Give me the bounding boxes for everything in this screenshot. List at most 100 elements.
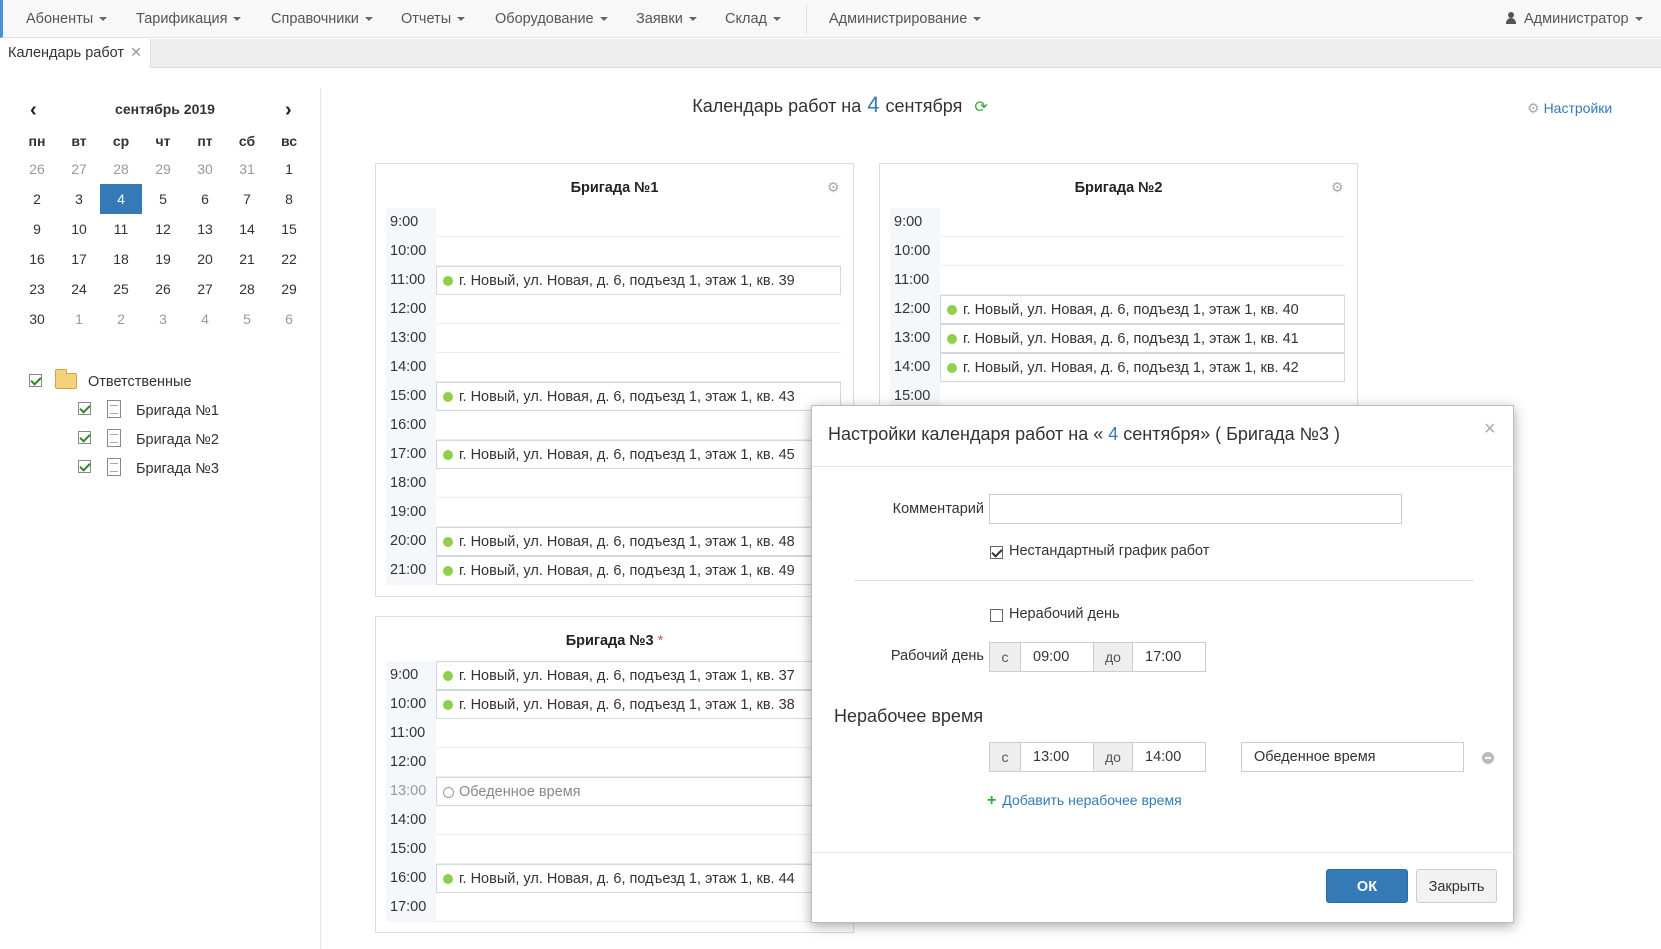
workday-to-input[interactable]: 17:00 — [1132, 642, 1206, 672]
calendar-day[interactable]: 1 — [268, 154, 310, 184]
nav-user-menu[interactable]: Администратор — [1506, 0, 1643, 38]
calendar-day[interactable]: 22 — [268, 244, 310, 274]
time-slot[interactable]: 15:00 г. Новый, ул. Новая, д. 6, подъезд … — [386, 382, 841, 411]
brigade-settings-gear-icon[interactable]: ⚙ — [1331, 179, 1344, 196]
time-slot[interactable]: 10:00 г. Новый, ул. Новая, д. 6, подъезд … — [386, 690, 841, 719]
tree-root-label[interactable]: Ответственные — [88, 371, 192, 393]
calendar-day[interactable]: 30 — [184, 154, 226, 184]
brigade-settings-gear-icon[interactable]: ⚙ — [827, 179, 840, 196]
nav-subscribers[interactable]: Абоненты — [26, 0, 108, 38]
calendar-day[interactable]: 5 — [226, 304, 268, 334]
break-to-input[interactable]: 14:00 — [1132, 742, 1206, 772]
job-entry[interactable]: г. Новый, ул. Новая, д. 6, подъезд 1, эт… — [436, 527, 841, 556]
calendar-day[interactable]: 30 — [16, 304, 58, 334]
time-slot[interactable]: 17:00 г. Новый, ул. Новая, д. 6, подъезд … — [386, 440, 841, 469]
nonstandard-schedule-label[interactable]: Нестандартный график работ — [1009, 543, 1209, 559]
nav-tariffs[interactable]: Тарификация — [136, 0, 242, 38]
day-off-label[interactable]: Нерабочий день — [1009, 606, 1120, 622]
time-slot[interactable]: 12:00 — [386, 295, 841, 324]
calendar-day[interactable]: 24 — [58, 274, 100, 304]
time-slot[interactable]: 10:00 — [386, 237, 841, 266]
calendar-day[interactable]: 26 — [142, 274, 184, 304]
time-slot[interactable]: 19:00 — [386, 498, 841, 527]
calendar-day[interactable]: 4 — [100, 184, 142, 214]
add-non-working-time-link[interactable]: + Добавить нерабочее время — [987, 792, 1182, 810]
calendar-day[interactable]: 29 — [268, 274, 310, 304]
calendar-day[interactable]: 27 — [184, 274, 226, 304]
nav-requests[interactable]: Заявки — [636, 0, 697, 38]
time-slot[interactable]: 15:00 — [386, 835, 841, 864]
time-slot[interactable]: 13:00 — [386, 324, 841, 353]
calendar-day[interactable]: 21 — [226, 244, 268, 274]
time-slot[interactable]: 9:00 — [890, 208, 1345, 237]
job-entry[interactable]: г. Новый, ул. Новая, д. 6, подъезд 1, эт… — [940, 295, 1345, 324]
time-slot[interactable]: 20:00 г. Новый, ул. Новая, д. 6, подъезд … — [386, 527, 841, 556]
calendar-day[interactable]: 8 — [268, 184, 310, 214]
time-slot[interactable]: 14:00 г. Новый, ул. Новая, д. 6, подъезд … — [890, 353, 1345, 382]
tree-root-checkbox[interactable] — [29, 374, 42, 387]
time-slot[interactable]: 12:00 — [386, 748, 841, 777]
time-slot[interactable]: 16:00 г. Новый, ул. Новая, д. 6, подъезд … — [386, 864, 841, 893]
job-entry[interactable]: г. Новый, ул. Новая, д. 6, подъезд 1, эт… — [436, 440, 841, 469]
calendar-day[interactable]: 31 — [226, 154, 268, 184]
calendar-day[interactable]: 5 — [142, 184, 184, 214]
close-icon[interactable]: × — [1484, 418, 1496, 441]
day-off-checkbox[interactable] — [990, 609, 1003, 622]
time-slot[interactable]: 11:00 — [890, 266, 1345, 295]
remove-break-icon[interactable] — [1482, 752, 1494, 764]
time-slot[interactable]: 12:00 г. Новый, ул. Новая, д. 6, подъезд … — [890, 295, 1345, 324]
calendar-day[interactable]: 19 — [142, 244, 184, 274]
calendar-day[interactable]: 10 — [58, 214, 100, 244]
calendar-day[interactable]: 9 — [16, 214, 58, 244]
job-entry[interactable]: г. Новый, ул. Новая, д. 6, подъезд 1, эт… — [436, 266, 841, 295]
time-slot[interactable]: 14:00 — [386, 353, 841, 382]
calendar-day[interactable]: 25 — [100, 274, 142, 304]
job-entry[interactable]: г. Новый, ул. Новая, д. 6, подъезд 1, эт… — [436, 382, 841, 411]
time-slot[interactable]: 17:00 — [386, 893, 841, 922]
calendar-day[interactable]: 11 — [100, 214, 142, 244]
calendar-day[interactable]: 26 — [16, 154, 58, 184]
time-slot[interactable]: 10:00 — [890, 237, 1345, 266]
settings-link[interactable]: ⚙ Настройки — [1527, 100, 1612, 117]
calendar-day[interactable]: 12 — [142, 214, 184, 244]
calendar-day[interactable]: 28 — [100, 154, 142, 184]
calendar-day[interactable]: 15 — [268, 214, 310, 244]
time-slot[interactable]: 18:00 — [386, 469, 841, 498]
close-button[interactable]: Закрыть — [1416, 869, 1497, 903]
job-entry[interactable]: г. Новый, ул. Новая, д. 6, подъезд 1, эт… — [940, 324, 1345, 353]
time-slot[interactable]: 13:00 г. Новый, ул. Новая, д. 6, подъезд … — [890, 324, 1345, 353]
break-entry[interactable]: Обеденное время — [436, 777, 841, 806]
calendar-day[interactable]: 6 — [268, 304, 310, 334]
calendar-day[interactable]: 1 — [58, 304, 100, 334]
break-name-input[interactable]: Обеденное время — [1241, 742, 1464, 772]
calendar-day[interactable]: 2 — [16, 184, 58, 214]
calendar-day[interactable]: 20 — [184, 244, 226, 274]
time-slot[interactable]: 9:00 г. Новый, ул. Новая, д. 6, подъезд 1… — [386, 661, 841, 690]
tree-brigade-2-label[interactable]: Бригада №2 — [136, 429, 219, 451]
time-slot[interactable]: 14:00 — [386, 806, 841, 835]
tree-brigade-3-label[interactable]: Бригада №3 — [136, 458, 219, 480]
time-slot[interactable]: 21:00 г. Новый, ул. Новая, д. 6, подъезд … — [386, 556, 841, 585]
job-entry[interactable]: г. Новый, ул. Новая, д. 6, подъезд 1, эт… — [436, 556, 841, 585]
job-entry[interactable]: г. Новый, ул. Новая, д. 6, подъезд 1, эт… — [436, 661, 841, 690]
nonstandard-schedule-checkbox[interactable] — [990, 546, 1003, 559]
time-slot[interactable]: 11:00 г. Новый, ул. Новая, д. 6, подъезд … — [386, 266, 841, 295]
job-entry[interactable]: г. Новый, ул. Новая, д. 6, подъезд 1, эт… — [436, 864, 841, 893]
tab-work-calendar[interactable]: Календарь работ ✕ — [0, 39, 152, 68]
prev-month-icon[interactable]: ‹ — [30, 100, 37, 120]
calendar-day[interactable]: 2 — [100, 304, 142, 334]
calendar-day[interactable]: 18 — [100, 244, 142, 274]
time-slot[interactable]: 9:00 — [386, 208, 841, 237]
nav-dictionaries[interactable]: Справочники — [271, 0, 373, 38]
calendar-day[interactable]: 4 — [184, 304, 226, 334]
job-entry[interactable]: г. Новый, ул. Новая, д. 6, подъезд 1, эт… — [436, 690, 841, 719]
calendar-day[interactable]: 28 — [226, 274, 268, 304]
nav-reports[interactable]: Отчеты — [401, 0, 466, 38]
comment-input[interactable] — [989, 494, 1402, 524]
time-slot[interactable]: 11:00 — [386, 719, 841, 748]
ok-button[interactable]: ОК — [1326, 869, 1408, 903]
calendar-day[interactable]: 6 — [184, 184, 226, 214]
calendar-day[interactable]: 14 — [226, 214, 268, 244]
calendar-day[interactable]: 16 — [16, 244, 58, 274]
time-slot[interactable]: 16:00 — [386, 411, 841, 440]
